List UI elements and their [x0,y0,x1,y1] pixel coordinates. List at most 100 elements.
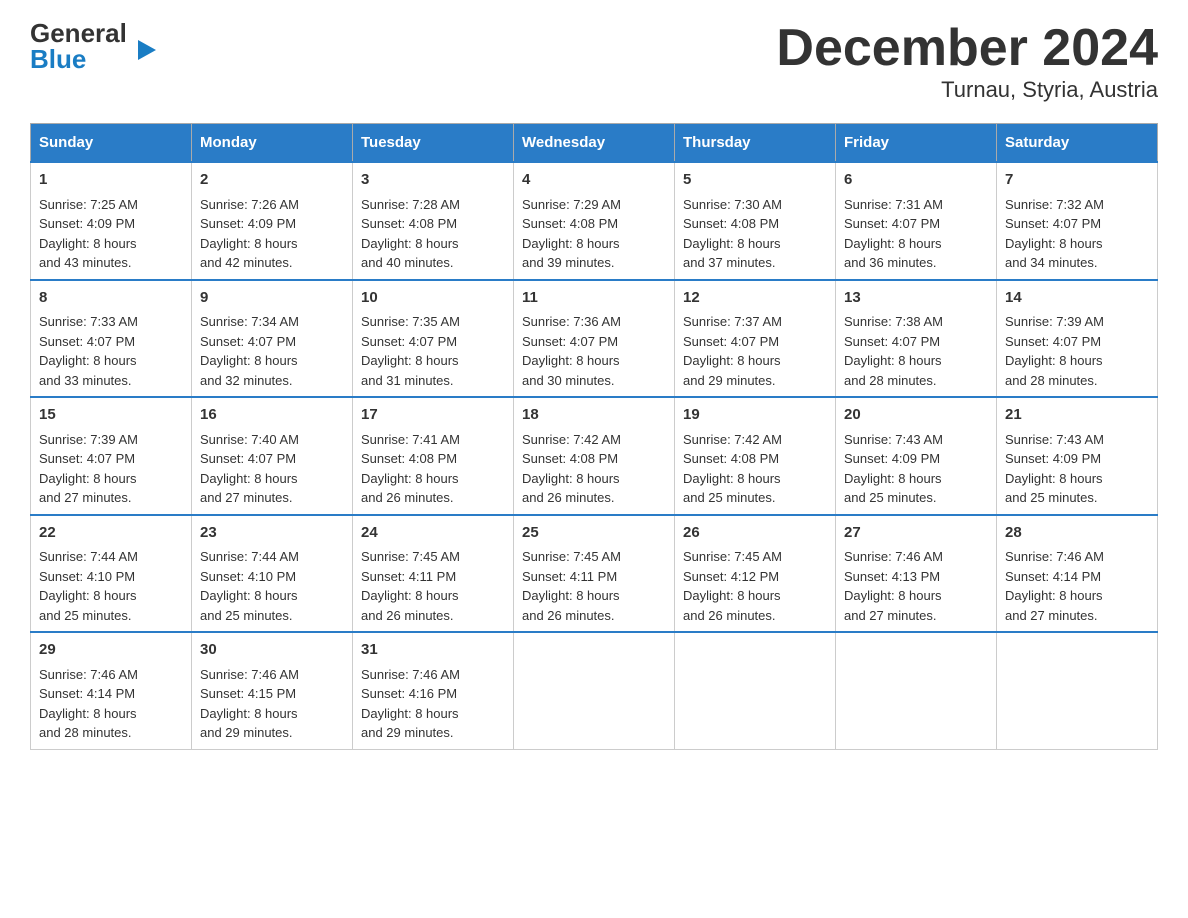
table-row: 16 Sunrise: 7:40 AM Sunset: 4:07 PM Dayl… [192,397,353,515]
daylight-label: Daylight: 8 hours [1005,471,1103,486]
table-row: 25 Sunrise: 7:45 AM Sunset: 4:11 PM Dayl… [514,515,675,633]
sunrise-label: Sunrise: 7:44 AM [39,549,138,564]
daylight-minutes: and 28 minutes. [39,725,132,740]
daylight-minutes: and 37 minutes. [683,255,776,270]
sunrise-label: Sunrise: 7:26 AM [200,197,299,212]
table-row: 10 Sunrise: 7:35 AM Sunset: 4:07 PM Dayl… [353,280,514,398]
daylight-minutes: and 29 minutes. [361,725,454,740]
daylight-label: Daylight: 8 hours [844,236,942,251]
sunset-label: Sunset: 4:09 PM [1005,451,1101,466]
logo-text: General Blue [30,20,136,72]
day-number: 22 [39,522,183,545]
daylight-label: Daylight: 8 hours [844,588,942,603]
sunrise-label: Sunrise: 7:39 AM [39,432,138,447]
day-number: 8 [39,287,183,310]
daylight-label: Daylight: 8 hours [200,588,298,603]
daylight-minutes: and 33 minutes. [39,373,132,388]
daylight-label: Daylight: 8 hours [200,236,298,251]
sunset-label: Sunset: 4:07 PM [1005,216,1101,231]
daylight-minutes: and 28 minutes. [844,373,937,388]
sunrise-label: Sunrise: 7:28 AM [361,197,460,212]
daylight-label: Daylight: 8 hours [844,471,942,486]
daylight-label: Daylight: 8 hours [39,706,137,721]
daylight-label: Daylight: 8 hours [361,588,459,603]
table-row: 5 Sunrise: 7:30 AM Sunset: 4:08 PM Dayli… [675,162,836,280]
daylight-label: Daylight: 8 hours [361,471,459,486]
daylight-label: Daylight: 8 hours [361,353,459,368]
table-row: 11 Sunrise: 7:36 AM Sunset: 4:07 PM Dayl… [514,280,675,398]
sunrise-label: Sunrise: 7:46 AM [1005,549,1104,564]
day-number: 27 [844,522,988,545]
day-number: 28 [1005,522,1149,545]
daylight-label: Daylight: 8 hours [39,236,137,251]
daylight-label: Daylight: 8 hours [522,588,620,603]
daylight-minutes: and 25 minutes. [39,608,132,623]
day-number: 26 [683,522,827,545]
sunrise-label: Sunrise: 7:37 AM [683,314,782,329]
day-number: 21 [1005,404,1149,427]
sunrise-label: Sunrise: 7:41 AM [361,432,460,447]
sunset-label: Sunset: 4:07 PM [844,334,940,349]
sunrise-label: Sunrise: 7:45 AM [522,549,621,564]
daylight-label: Daylight: 8 hours [200,471,298,486]
daylight-label: Daylight: 8 hours [522,471,620,486]
day-number: 7 [1005,169,1149,192]
sunset-label: Sunset: 4:08 PM [683,216,779,231]
logo-triangle-icon [138,40,156,60]
calendar-week-row: 15 Sunrise: 7:39 AM Sunset: 4:07 PM Dayl… [31,397,1158,515]
daylight-minutes: and 42 minutes. [200,255,293,270]
sunset-label: Sunset: 4:07 PM [200,334,296,349]
table-row: 18 Sunrise: 7:42 AM Sunset: 4:08 PM Dayl… [514,397,675,515]
daylight-label: Daylight: 8 hours [522,353,620,368]
calendar-title: December 2024 [776,20,1158,77]
sunrise-label: Sunrise: 7:31 AM [844,197,943,212]
sunrise-label: Sunrise: 7:38 AM [844,314,943,329]
daylight-minutes: and 39 minutes. [522,255,615,270]
sunrise-label: Sunrise: 7:33 AM [39,314,138,329]
sunset-label: Sunset: 4:10 PM [200,569,296,584]
daylight-minutes: and 40 minutes. [361,255,454,270]
daylight-label: Daylight: 8 hours [39,588,137,603]
sunrise-label: Sunrise: 7:45 AM [361,549,460,564]
table-row [675,632,836,749]
sunset-label: Sunset: 4:07 PM [39,334,135,349]
daylight-minutes: and 29 minutes. [683,373,776,388]
table-row: 2 Sunrise: 7:26 AM Sunset: 4:09 PM Dayli… [192,162,353,280]
day-number: 5 [683,169,827,192]
sunset-label: Sunset: 4:07 PM [844,216,940,231]
daylight-minutes: and 28 minutes. [1005,373,1098,388]
table-row: 15 Sunrise: 7:39 AM Sunset: 4:07 PM Dayl… [31,397,192,515]
table-row: 7 Sunrise: 7:32 AM Sunset: 4:07 PM Dayli… [997,162,1158,280]
daylight-minutes: and 25 minutes. [683,490,776,505]
day-number: 24 [361,522,505,545]
sunset-label: Sunset: 4:14 PM [39,686,135,701]
sunset-label: Sunset: 4:07 PM [361,334,457,349]
sunset-label: Sunset: 4:09 PM [39,216,135,231]
table-row: 8 Sunrise: 7:33 AM Sunset: 4:07 PM Dayli… [31,280,192,398]
sunset-label: Sunset: 4:12 PM [683,569,779,584]
sunrise-label: Sunrise: 7:42 AM [683,432,782,447]
sunset-label: Sunset: 4:11 PM [361,569,456,584]
page-header: General Blue December 2024 Turnau, Styri… [30,20,1158,103]
day-number: 31 [361,639,505,662]
sunrise-label: Sunrise: 7:25 AM [39,197,138,212]
day-number: 15 [39,404,183,427]
daylight-minutes: and 31 minutes. [361,373,454,388]
daylight-minutes: and 25 minutes. [1005,490,1098,505]
col-thursday: Thursday [675,124,836,163]
title-block: December 2024 Turnau, Styria, Austria [776,20,1158,103]
day-number: 12 [683,287,827,310]
daylight-label: Daylight: 8 hours [683,236,781,251]
sunset-label: Sunset: 4:08 PM [361,451,457,466]
day-number: 25 [522,522,666,545]
sunrise-label: Sunrise: 7:36 AM [522,314,621,329]
table-row: 28 Sunrise: 7:46 AM Sunset: 4:14 PM Dayl… [997,515,1158,633]
daylight-label: Daylight: 8 hours [522,236,620,251]
table-row: 23 Sunrise: 7:44 AM Sunset: 4:10 PM Dayl… [192,515,353,633]
daylight-minutes: and 26 minutes. [361,490,454,505]
day-number: 13 [844,287,988,310]
day-number: 1 [39,169,183,192]
daylight-minutes: and 25 minutes. [200,608,293,623]
table-row: 14 Sunrise: 7:39 AM Sunset: 4:07 PM Dayl… [997,280,1158,398]
sunrise-label: Sunrise: 7:46 AM [200,667,299,682]
